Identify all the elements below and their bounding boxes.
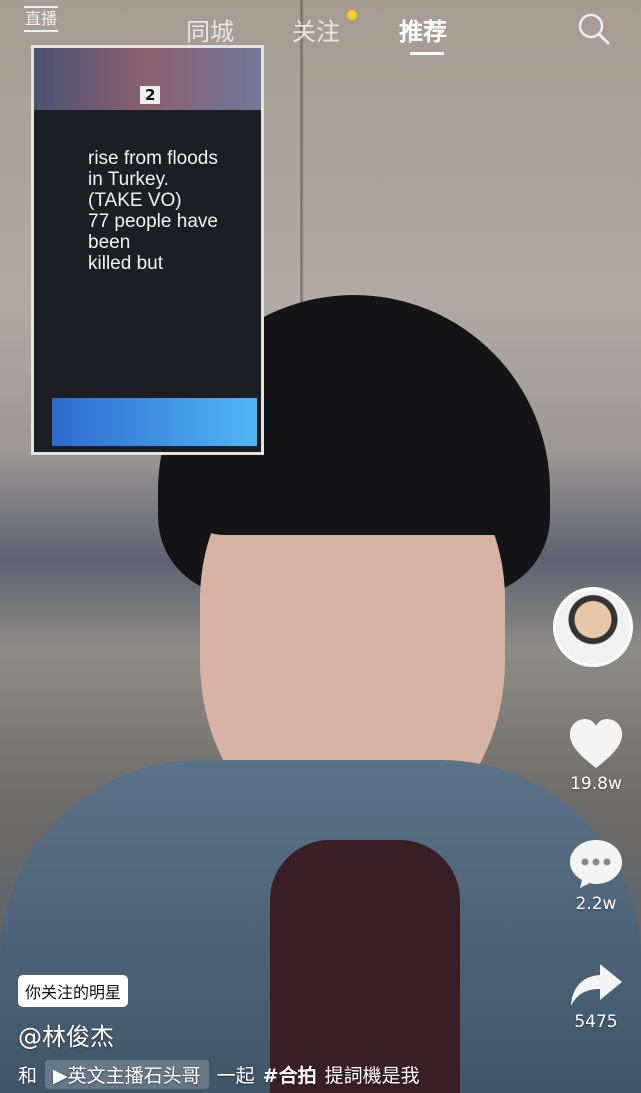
desc-text: 提詞機是我: [324, 1065, 420, 1087]
author-avatar[interactable]: [553, 587, 633, 667]
prompt-line: killed but: [88, 253, 163, 274]
comment-icon: [570, 840, 622, 888]
like-count: 19.8w: [570, 774, 622, 794]
prompt-line: (TAKE VO): [88, 190, 182, 211]
comment-button[interactable]: 2.2w: [551, 838, 641, 914]
followed-star-badge: 你关注的明星: [18, 975, 129, 1007]
share-button[interactable]: 5475: [551, 962, 641, 1032]
like-button[interactable]: 19.8w: [551, 718, 641, 794]
inset-number: 2: [140, 86, 161, 104]
share-arrow-icon: [571, 964, 622, 1006]
duet-inset-video[interactable]: 2 rise from floods in Turkey. (TAKE VO) …: [31, 45, 264, 455]
top-nav: 直播 同城 关注 推荐: [0, 0, 641, 60]
notification-dot: [347, 10, 357, 20]
teleprompter-text: rise from floods in Turkey. (TAKE VO) 77…: [88, 148, 218, 274]
prompt-line: been: [88, 232, 131, 253]
live-button[interactable]: 直播: [24, 6, 59, 32]
heart-icon: [570, 719, 622, 768]
duet-partner-name: 英文主播石头哥: [67, 1065, 201, 1087]
prompt-line: 77 people have: [88, 211, 218, 232]
desc-with: 和: [18, 1065, 38, 1087]
play-icon: ▶: [53, 1065, 68, 1087]
video-person-shirt: [270, 840, 460, 1093]
desc-together: 一起: [216, 1065, 255, 1087]
share-count: 5475: [574, 1012, 618, 1032]
comment-count: 2.2w: [575, 894, 617, 914]
tab-nearby[interactable]: 同城: [186, 12, 234, 47]
prompt-line: in Turkey.: [88, 169, 169, 190]
tab-following[interactable]: 关注: [292, 12, 340, 47]
tab-recommended[interactable]: 推荐: [399, 12, 447, 47]
hashtag-link[interactable]: #合拍: [263, 1061, 317, 1088]
active-tab-indicator: [410, 52, 444, 55]
duet-partner-link[interactable]: ▶英文主播石头哥: [45, 1060, 209, 1089]
search-icon[interactable]: [577, 12, 611, 46]
inset-screen: [52, 398, 257, 446]
video-description: 和 ▶英文主播石头哥 一起 #合拍 提詞機是我: [18, 1060, 420, 1089]
prompt-line: rise from floods: [88, 148, 218, 169]
author-username[interactable]: @林俊杰: [18, 1017, 114, 1052]
